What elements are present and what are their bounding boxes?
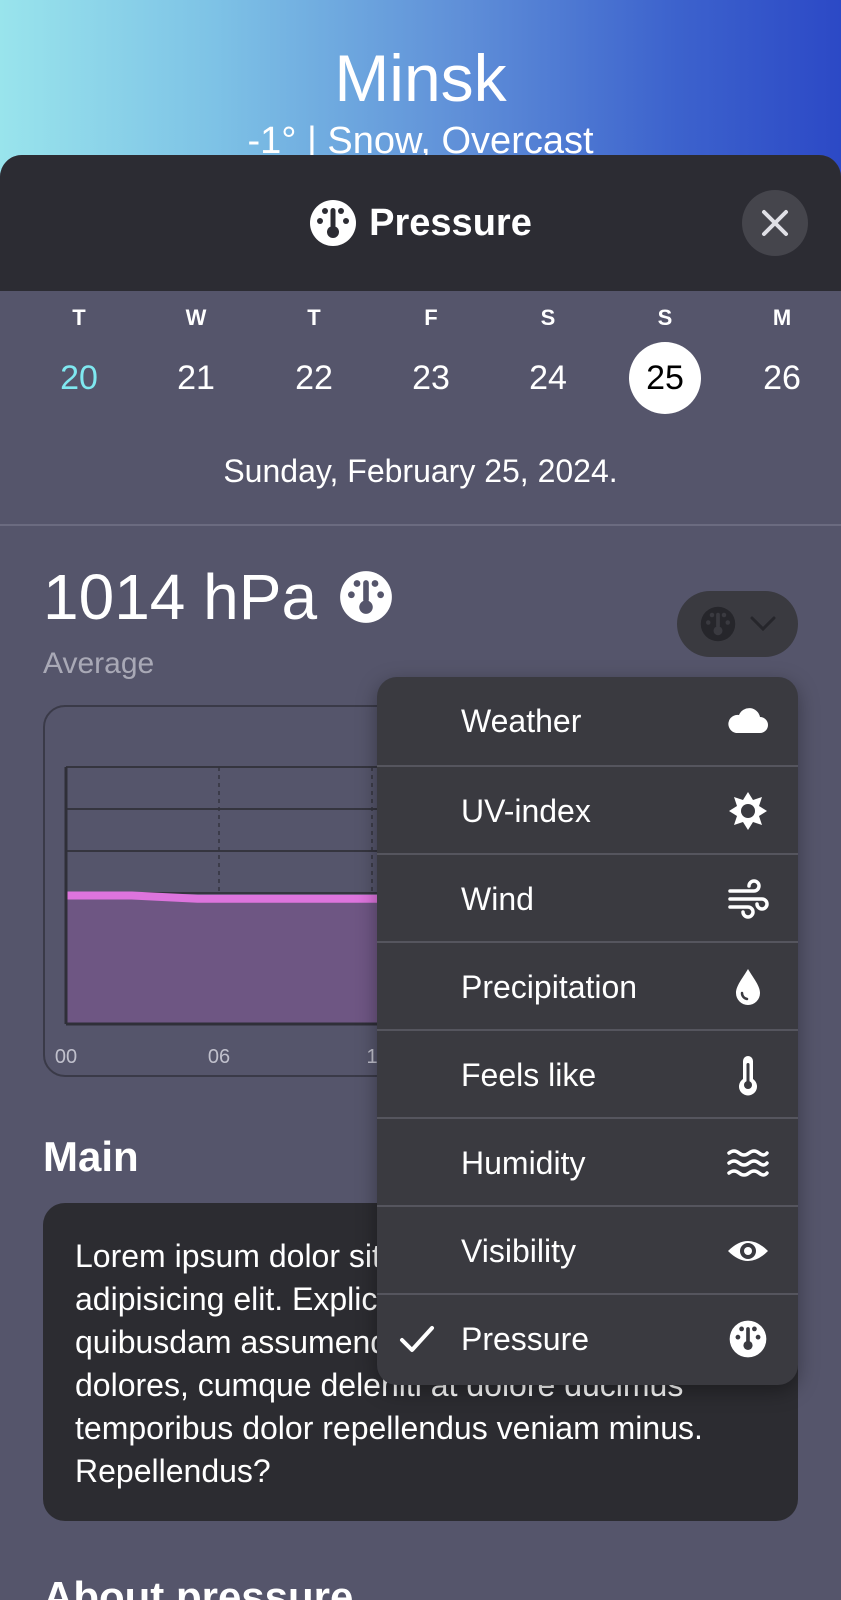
sheet-header: Pressure (0, 155, 841, 291)
menu-item-label: Humidity (461, 1145, 586, 1181)
chevron-down-icon (750, 616, 775, 632)
day-number: 21 (177, 359, 215, 397)
menu-item-uv-index[interactable]: UV-index (377, 765, 798, 853)
menu-item-label: Wind (461, 881, 534, 917)
menu-item-feels-like[interactable]: Feels like (377, 1029, 798, 1117)
menu-item-label: Weather (461, 703, 582, 739)
pressure-value: 1014 hPa (43, 561, 318, 633)
menu-item-label: Feels like (461, 1057, 597, 1093)
day-of-week: W (185, 305, 207, 330)
checkmark-icon (400, 1326, 434, 1352)
menu-item-precipitation[interactable]: Precipitation (377, 941, 798, 1029)
menu-item-pressure[interactable]: Pressure (377, 1293, 798, 1381)
gauge-icon (729, 1320, 767, 1358)
pressure-sheet: Pressure T 20 W 21 T 22 F 23 S 24 S 25 M… (0, 155, 841, 1600)
droplet-icon (736, 969, 760, 1005)
menu-item-label: Visibility (461, 1233, 576, 1269)
day-of-week: S (657, 305, 673, 330)
sun-icon (729, 792, 767, 830)
day-of-week: F (424, 305, 438, 330)
sheet-title: Pressure (0, 195, 841, 251)
sheet-title-text: Pressure (369, 201, 532, 244)
close-button[interactable] (742, 190, 808, 256)
eye-icon (728, 1241, 768, 1261)
chart-x-tick-label: 00 (55, 1046, 77, 1068)
day-picker: T 20 W 21 T 22 F 23 S 24 S 25 M 26 (0, 305, 841, 425)
menu-item-label: Pressure (461, 1321, 590, 1357)
menu-item-visibility[interactable]: Visibility (377, 1205, 798, 1293)
day-number: 24 (529, 359, 567, 397)
cloud-icon (728, 708, 768, 733)
divider (0, 524, 841, 526)
menu-item-weather[interactable]: Weather (377, 677, 798, 765)
pressure-value-row: 1014 hPa (43, 560, 393, 634)
waves-icon (727, 1149, 769, 1177)
menu-item-label: UV-index (461, 793, 591, 829)
menu-item-wind[interactable]: Wind (377, 853, 798, 941)
day-number: 20 (60, 359, 98, 397)
wind-icon (728, 879, 769, 919)
menu-item-label: Precipitation (461, 969, 638, 1005)
day-number: 26 (763, 359, 801, 397)
gauge-icon (700, 606, 735, 642)
gauge-icon (340, 571, 392, 623)
metric-selector-button[interactable] (677, 591, 798, 657)
day-of-week: M (772, 305, 792, 330)
thermometer-icon (739, 1056, 757, 1096)
day-number: 22 (295, 359, 333, 397)
city-name: Minsk (334, 41, 507, 115)
close-icon (762, 210, 788, 236)
day-of-week: T (307, 305, 321, 330)
main-heading: Main (43, 1133, 139, 1180)
average-label: Average (43, 647, 155, 680)
selected-date: Sunday, February 25, 2024. (223, 453, 618, 489)
chart-x-tick-label: 06 (208, 1046, 230, 1068)
metric-dropdown-menu: Weather UV-index Wind Precipitation Feel… (377, 677, 798, 1385)
day-of-week: T (72, 305, 86, 330)
day-of-week: S (540, 305, 556, 330)
chart-x-tick-label: 1 (366, 1046, 377, 1068)
day-number-selected: 25 (629, 342, 701, 414)
menu-item-humidity[interactable]: Humidity (377, 1117, 798, 1205)
gauge-icon (310, 200, 357, 246)
day-number: 23 (412, 359, 450, 397)
about-heading: About pressure (43, 1573, 354, 1600)
